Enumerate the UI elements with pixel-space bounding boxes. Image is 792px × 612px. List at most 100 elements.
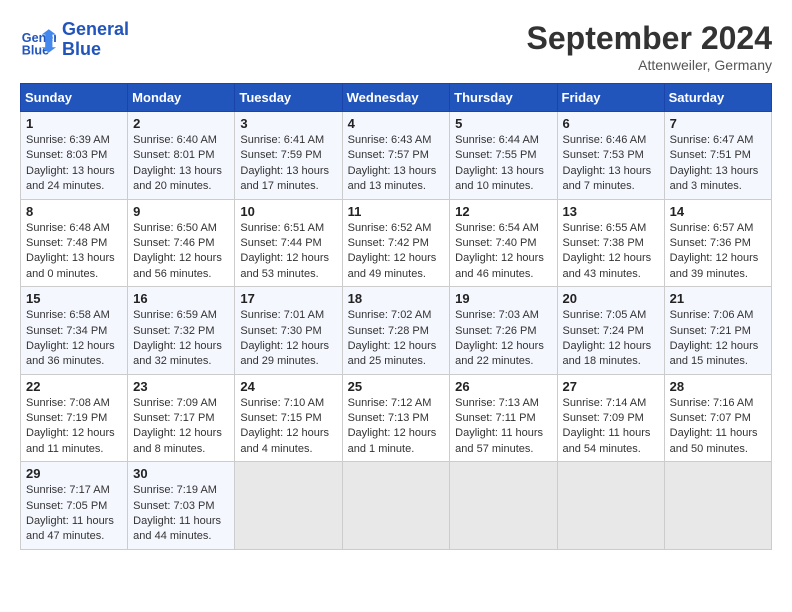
day-detail: Sunrise: 6:59 AMSunset: 7:32 PMDaylight:… (133, 309, 222, 367)
calendar-cell: 20Sunrise: 7:05 AMSunset: 7:24 PMDayligh… (557, 287, 664, 375)
day-number: 22 (26, 379, 122, 394)
weekday-header: Tuesday (235, 84, 342, 112)
weekday-header-row: SundayMondayTuesdayWednesdayThursdayFrid… (21, 84, 772, 112)
calendar-cell: 4Sunrise: 6:43 AMSunset: 7:57 PMDaylight… (342, 112, 450, 200)
title-block: September 2024 Attenweiler, Germany (527, 20, 772, 73)
calendar-cell: 15Sunrise: 6:58 AMSunset: 7:34 PMDayligh… (21, 287, 128, 375)
calendar-cell: 6 Sunrise: 6:46 AMSunset: 7:53 PMDaylight… (557, 112, 664, 200)
day-detail: Sunrise: 7:03 AMSunset: 7:26 PMDaylight:… (455, 309, 544, 367)
day-detail: Sunrise: 7:02 AMSunset: 7:28 PMDaylight:… (348, 309, 437, 367)
calendar-cell (235, 462, 342, 550)
calendar-cell: 8 Sunrise: 6:48 AMSunset: 7:48 PMDaylight… (21, 199, 128, 287)
calendar-cell: 22 Sunrise: 7:08 AMSunset: 7:19 PMDayligh… (21, 374, 128, 462)
weekday-header: Thursday (450, 84, 557, 112)
calendar-week-row: 1 Sunrise: 6:39 AMSunset: 8:03 PMDaylight… (21, 112, 772, 200)
calendar-week-row: 15Sunrise: 6:58 AMSunset: 7:34 PMDayligh… (21, 287, 772, 375)
calendar-cell: 13 Sunrise: 6:55 AMSunset: 7:38 PMDayligh… (557, 199, 664, 287)
day-number: 1 (26, 116, 122, 131)
calendar-cell: 24 Sunrise: 7:10 AMSunset: 7:15 PMDayligh… (235, 374, 342, 462)
day-detail: Sunrise: 7:06 AMSunset: 7:21 PMDaylight:… (670, 309, 759, 367)
day-detail: Sunrise: 7:01 AMSunset: 7:30 PMDaylight:… (240, 309, 329, 367)
logo-icon: General Blue (20, 22, 56, 58)
day-detail: Sunrise: 7:19 AMSunset: 7:03 PMDaylight:… (133, 484, 221, 542)
calendar-cell: 29Sunrise: 7:17 AMSunset: 7:05 PMDayligh… (21, 462, 128, 550)
day-number: 28 (670, 379, 766, 394)
calendar-cell: 27 Sunrise: 7:14 AMSunset: 7:09 PMDayligh… (557, 374, 664, 462)
day-detail: Sunrise: 6:57 AMSunset: 7:36 PMDaylight:… (670, 222, 759, 280)
calendar-cell: 12 Sunrise: 6:54 AMSunset: 7:40 PMDayligh… (450, 199, 557, 287)
day-detail: Sunrise: 6:46 AMSunset: 7:53 PMDaylight:… (563, 134, 652, 192)
calendar-cell: 21 Sunrise: 7:06 AMSunset: 7:21 PMDayligh… (664, 287, 771, 375)
calendar-cell: 16 Sunrise: 6:59 AMSunset: 7:32 PMDayligh… (128, 287, 235, 375)
day-number: 3 (240, 116, 336, 131)
calendar-week-row: 29Sunrise: 7:17 AMSunset: 7:05 PMDayligh… (21, 462, 772, 550)
day-number: 16 (133, 291, 229, 306)
calendar-cell (664, 462, 771, 550)
day-detail: Sunrise: 6:54 AMSunset: 7:40 PMDaylight:… (455, 222, 544, 280)
day-number: 8 (26, 204, 122, 219)
location: Attenweiler, Germany (527, 57, 772, 73)
day-detail: Sunrise: 7:08 AMSunset: 7:19 PMDaylight:… (26, 397, 115, 455)
day-number: 7 (670, 116, 766, 131)
day-detail: Sunrise: 7:14 AMSunset: 7:09 PMDaylight:… (563, 397, 651, 455)
calendar-cell: 19 Sunrise: 7:03 AMSunset: 7:26 PMDayligh… (450, 287, 557, 375)
day-detail: Sunrise: 6:39 AMSunset: 8:03 PMDaylight:… (26, 134, 115, 192)
day-detail: Sunrise: 6:40 AMSunset: 8:01 PMDaylight:… (133, 134, 222, 192)
day-number: 18 (348, 291, 445, 306)
day-number: 13 (563, 204, 659, 219)
day-number: 23 (133, 379, 229, 394)
day-number: 6 (563, 116, 659, 131)
weekday-header: Wednesday (342, 84, 450, 112)
calendar-cell: 18 Sunrise: 7:02 AMSunset: 7:28 PMDayligh… (342, 287, 450, 375)
day-detail: Sunrise: 6:43 AMSunset: 7:57 PMDaylight:… (348, 134, 437, 192)
day-detail: Sunrise: 6:50 AMSunset: 7:46 PMDaylight:… (133, 222, 222, 280)
calendar-cell: 1 Sunrise: 6:39 AMSunset: 8:03 PMDaylight… (21, 112, 128, 200)
weekday-header: Sunday (21, 84, 128, 112)
day-number: 17 (240, 291, 336, 306)
calendar-cell: 30Sunrise: 7:19 AMSunset: 7:03 PMDayligh… (128, 462, 235, 550)
day-detail: Sunrise: 6:52 AMSunset: 7:42 PMDaylight:… (348, 222, 437, 280)
day-detail: Sunrise: 6:48 AMSunset: 7:48 PMDaylight:… (26, 222, 115, 280)
day-number: 14 (670, 204, 766, 219)
svg-text:Blue: Blue (22, 43, 49, 57)
calendar-cell (557, 462, 664, 550)
calendar-cell: 10 Sunrise: 6:51 AMSunset: 7:44 PMDayligh… (235, 199, 342, 287)
day-number: 20 (563, 291, 659, 306)
logo: General Blue GeneralBlue (20, 20, 129, 60)
calendar-cell: 2 Sunrise: 6:40 AMSunset: 8:01 PMDaylight… (128, 112, 235, 200)
calendar-cell (342, 462, 450, 550)
day-number: 5 (455, 116, 551, 131)
day-detail: Sunrise: 6:51 AMSunset: 7:44 PMDaylight:… (240, 222, 329, 280)
calendar-cell: 7Sunrise: 6:47 AMSunset: 7:51 PMDaylight… (664, 112, 771, 200)
day-number: 27 (563, 379, 659, 394)
day-detail: Sunrise: 6:55 AMSunset: 7:38 PMDaylight:… (563, 222, 652, 280)
day-number: 9 (133, 204, 229, 219)
day-number: 10 (240, 204, 336, 219)
day-number: 2 (133, 116, 229, 131)
weekday-header: Saturday (664, 84, 771, 112)
month-title: September 2024 (527, 20, 772, 57)
day-number: 12 (455, 204, 551, 219)
calendar-week-row: 22 Sunrise: 7:08 AMSunset: 7:19 PMDayligh… (21, 374, 772, 462)
calendar-cell: 3Sunrise: 6:41 AMSunset: 7:59 PMDaylight… (235, 112, 342, 200)
day-number: 21 (670, 291, 766, 306)
day-detail: Sunrise: 7:13 AMSunset: 7:11 PMDaylight:… (455, 397, 543, 455)
calendar-cell (450, 462, 557, 550)
calendar-cell: 17 Sunrise: 7:01 AMSunset: 7:30 PMDayligh… (235, 287, 342, 375)
day-detail: Sunrise: 7:17 AMSunset: 7:05 PMDaylight:… (26, 484, 114, 542)
day-detail: Sunrise: 7:16 AMSunset: 7:07 PMDaylight:… (670, 397, 758, 455)
calendar-cell: 23 Sunrise: 7:09 AMSunset: 7:17 PMDayligh… (128, 374, 235, 462)
day-detail: Sunrise: 6:58 AMSunset: 7:34 PMDaylight:… (26, 309, 115, 367)
day-detail: Sunrise: 6:44 AMSunset: 7:55 PMDaylight:… (455, 134, 544, 192)
day-detail: Sunrise: 7:09 AMSunset: 7:17 PMDaylight:… (133, 397, 222, 455)
day-detail: Sunrise: 7:10 AMSunset: 7:15 PMDaylight:… (240, 397, 329, 455)
calendar-cell: 9 Sunrise: 6:50 AMSunset: 7:46 PMDaylight… (128, 199, 235, 287)
page-header: General Blue GeneralBlue September 2024 … (20, 20, 772, 73)
day-detail: Sunrise: 7:12 AMSunset: 7:13 PMDaylight:… (348, 397, 437, 455)
day-number: 24 (240, 379, 336, 394)
calendar-cell: 5 Sunrise: 6:44 AMSunset: 7:55 PMDaylight… (450, 112, 557, 200)
day-number: 19 (455, 291, 551, 306)
weekday-header: Friday (557, 84, 664, 112)
calendar-table: SundayMondayTuesdayWednesdayThursdayFrid… (20, 83, 772, 550)
logo-text: GeneralBlue (62, 20, 129, 60)
